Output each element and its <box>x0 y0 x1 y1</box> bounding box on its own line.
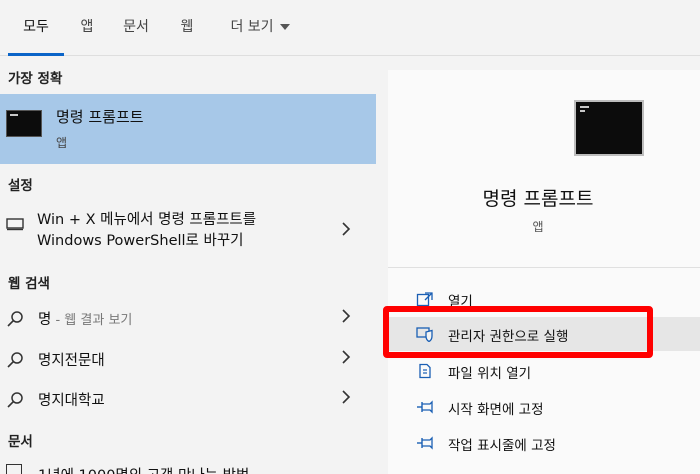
web-result-label: 명 - 웹 결과 보기 <box>38 308 132 329</box>
web-search-heading: 웹 검색 <box>8 276 50 292</box>
tab-web[interactable]: 웹 <box>172 0 202 56</box>
command-prompt-icon <box>6 110 42 137</box>
chevron-right-icon[interactable] <box>338 220 354 238</box>
monitor-icon <box>6 218 24 231</box>
tab-documents[interactable]: 문서 <box>116 0 156 56</box>
tab-more-label: 더 보기 <box>230 19 274 35</box>
settings-result-label: Win + X 메뉴에서 명령 프롬프트를 Windows PowerShell… <box>37 210 256 252</box>
action-open-file-location-label: 파일 위치 열기 <box>448 366 532 382</box>
detail-app-title: 명령 프롬프트 <box>482 188 594 210</box>
web-result-label: 명지전문대 <box>38 353 105 369</box>
action-pin-to-taskbar-label: 작업 표시줄에 고정 <box>448 438 556 454</box>
action-pin-to-start-label: 시작 화면에 고정 <box>448 402 544 418</box>
chevron-right-icon[interactable] <box>338 348 354 366</box>
tab-apps-label: 앱 <box>80 19 94 35</box>
chevron-right-icon[interactable] <box>338 388 354 406</box>
web-result-item[interactable]: 명지전문대 <box>0 339 376 379</box>
app-detail-panel: 명령 프롬프트 앱 열기 관리자 권한으로 실행 파일 위치 열기 시작 화면에… <box>376 56 700 474</box>
best-match-type: 앱 <box>56 136 68 150</box>
best-match-name: 명령 프롬프트 <box>56 108 144 126</box>
open-icon <box>416 292 433 307</box>
detail-app-type: 앱 <box>532 220 544 234</box>
web-result-query: 명 <box>38 312 52 328</box>
action-pin-to-taskbar[interactable]: 작업 표시줄에 고정 <box>388 426 700 460</box>
web-result-item[interactable]: 명 - 웹 결과 보기 <box>0 298 376 338</box>
tab-web-label: 웹 <box>180 19 194 35</box>
action-open-file-location[interactable]: 파일 위치 열기 <box>388 354 700 388</box>
tab-all-label: 모두 <box>23 19 49 35</box>
search-filter-tabs: 모두 앱 문서 웹 더 보기 <box>0 0 700 56</box>
tab-all[interactable]: 모두 <box>8 0 64 56</box>
command-prompt-large-icon <box>574 100 644 156</box>
settings-heading: 설정 <box>8 178 33 194</box>
tab-more[interactable]: 더 보기 <box>220 0 300 56</box>
web-result-label: 명지대학교 <box>38 393 105 409</box>
web-result-hint: - 웹 결과 보기 <box>51 313 133 328</box>
documents-heading: 문서 <box>8 434 33 450</box>
tab-apps[interactable]: 앱 <box>72 0 102 56</box>
settings-result-line2: Windows PowerShell로 바꾸기 <box>37 233 244 249</box>
best-match-item[interactable]: 명령 프롬프트 앱 <box>0 94 376 164</box>
search-icon <box>7 392 23 408</box>
chevron-right-icon[interactable] <box>338 307 354 325</box>
web-result-item[interactable]: 명지대학교 <box>0 379 376 419</box>
document-icon <box>6 464 22 474</box>
highlight-annotation-box <box>383 306 653 358</box>
divider <box>388 267 700 268</box>
tab-documents-label: 문서 <box>123 19 149 35</box>
best-match-heading: 가장 정확 <box>8 71 63 87</box>
search-results-list: 가장 정확 명령 프롬프트 앱 설정 Win + X 메뉴에서 명령 프롬프트를… <box>0 56 376 474</box>
document-result-item[interactable]: 1년에 1000명의 고객 만나는 방법 <box>0 462 376 474</box>
pin-icon <box>417 436 433 450</box>
pin-icon <box>417 400 433 414</box>
search-icon <box>7 352 23 368</box>
search-icon <box>7 311 23 327</box>
document-result-label: 1년에 1000명의 고객 만나는 방법 <box>38 464 249 474</box>
settings-result-line1: Win + X 메뉴에서 명령 프롬프트를 <box>37 212 257 228</box>
file-location-icon <box>419 363 431 379</box>
settings-result-item[interactable]: Win + X 메뉴에서 명령 프롬프트를 Windows PowerShell… <box>0 206 376 256</box>
action-pin-to-start[interactable]: 시작 화면에 고정 <box>388 390 700 424</box>
chevron-down-icon <box>279 24 290 30</box>
